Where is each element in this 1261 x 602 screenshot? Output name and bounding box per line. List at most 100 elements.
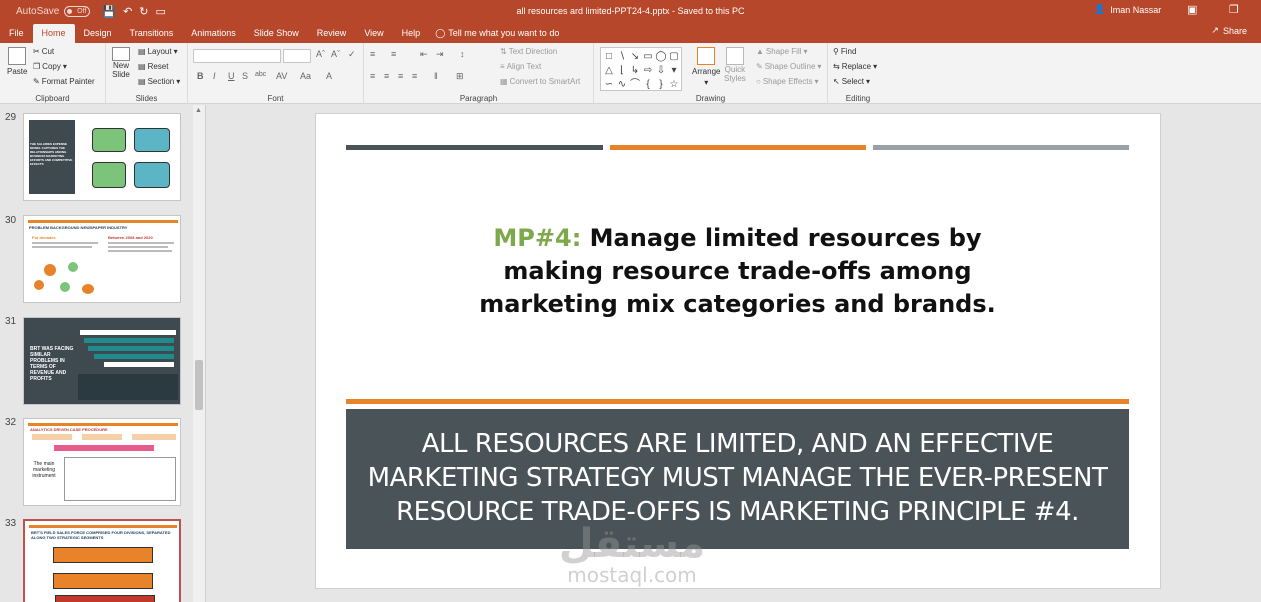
align-text-button[interactable]: ≡ Align Text — [500, 62, 541, 71]
tab-home[interactable]: Home — [32, 24, 75, 43]
autosave-toggle[interactable]: Off — [64, 5, 91, 17]
section-button[interactable]: ▤ Section ▾ — [138, 77, 180, 86]
arrange-button[interactable]: Arrange ▾ — [692, 47, 720, 87]
decrease-font-size-icon[interactable]: Aˇ — [331, 49, 340, 59]
find-button[interactable]: ⚲ Find — [833, 47, 856, 56]
thumbnail-text: THE SALARIES EXPENSE MODEL CAPTURES THE … — [30, 142, 73, 166]
redo-icon[interactable]: ↻ — [139, 5, 148, 18]
paragraph-settings-icon[interactable]: ⊞ — [456, 71, 464, 82]
more-shapes-icon[interactable]: ▾ — [668, 64, 680, 77]
strikethrough-button[interactable]: abc — [255, 71, 266, 78]
drawing-group-label: Drawing — [695, 94, 726, 103]
copy-button[interactable]: ❐ Copy ▾ — [33, 62, 67, 71]
tab-slide-show[interactable]: Slide Show — [245, 24, 308, 43]
connector-shape-icon[interactable]: ⌊ — [616, 64, 628, 77]
increase-font-size-icon[interactable]: Aˆ — [316, 49, 325, 59]
character-spacing-icon[interactable]: AV — [276, 71, 287, 81]
scissors-icon: ✂ — [33, 47, 40, 56]
change-case-icon[interactable]: Aa — [300, 71, 311, 81]
reset-button[interactable]: ▤ Reset — [138, 62, 168, 71]
rectangle-shape-icon[interactable]: ▭ — [642, 50, 654, 63]
slide-thumbnail-33[interactable]: BRT'S FIELD SALES FORCE COMPRISED FOUR D… — [23, 519, 181, 602]
right-arrow-shape-icon[interactable]: ⇨ — [642, 64, 654, 77]
undo-icon[interactable]: ↶ — [123, 5, 132, 18]
save-icon[interactable]: 💾 — [102, 5, 116, 18]
arc-shape-icon[interactable]: ⌒ — [629, 78, 641, 91]
decrease-indent-icon[interactable]: ⇤ — [420, 49, 428, 60]
line-shape-icon[interactable]: ∖ — [616, 50, 628, 63]
scrollbar-thumb[interactable] — [195, 360, 203, 410]
shadow-button[interactable]: S — [242, 71, 248, 81]
user-account[interactable]: 👤 Iman Nassar — [1094, 4, 1161, 15]
shapes-gallery[interactable]: □ ∖ ↘ ▭ ◯ ▢ △ ⌊ ↳ ⇨ ⇩ ▾ ∽ ∿ ⌒ { } ☆ — [600, 47, 682, 91]
left-brace-shape-icon[interactable]: { — [642, 78, 654, 91]
slide-thumbnail-30[interactable]: PROBLEM BACKGROUND NEWSPAPER INDUSTRY Fo… — [23, 215, 181, 303]
font-name-dropdown[interactable] — [193, 49, 281, 63]
slide-thumbnail-31[interactable]: BRT WAS FACING SIMILAR PROBLEMS IN TERMS… — [23, 317, 181, 405]
star-shape-icon[interactable]: ☆ — [668, 78, 680, 91]
tab-design[interactable]: Design — [75, 24, 121, 43]
clear-formatting-icon[interactable]: ✓ — [348, 49, 356, 60]
tab-review[interactable]: Review — [308, 24, 356, 43]
align-right-icon[interactable]: ≡ — [398, 71, 403, 81]
tab-animations[interactable]: Animations — [182, 24, 245, 43]
text-direction-button[interactable]: ⇅ Text Direction — [500, 47, 557, 56]
curve-shape-icon[interactable]: ∽ — [603, 78, 615, 91]
italic-button[interactable]: I — [213, 71, 216, 81]
columns-icon[interactable]: ‖ — [434, 71, 438, 81]
principle-textbox[interactable]: ALL RESOURCES ARE LIMITED, AND AN EFFECT… — [346, 409, 1129, 549]
underline-button[interactable]: U — [228, 71, 235, 81]
layout-button[interactable]: ▤ Layout ▾ — [138, 47, 178, 56]
increase-indent-icon[interactable]: ⇥ — [436, 49, 444, 60]
scroll-up-icon[interactable]: ▲ — [195, 107, 202, 114]
tab-help[interactable]: Help — [393, 24, 430, 43]
bold-button[interactable]: B — [197, 71, 204, 81]
quick-styles-button[interactable]: Quick Styles — [724, 47, 746, 83]
textbox-shape-icon[interactable]: □ — [603, 50, 615, 63]
shape-fill-button[interactable]: ▲ Shape Fill ▾ — [756, 47, 808, 56]
elbow-connector-shape-icon[interactable]: ↳ — [629, 64, 641, 77]
replace-button[interactable]: ⇆ Replace ▾ — [833, 62, 877, 71]
chevron-down-icon: ▾ — [803, 47, 808, 56]
slide-thumbnail-32[interactable]: ANALYTICS DRIVEN CASE PROCEDURE The main… — [23, 418, 181, 506]
shape-outline-button[interactable]: ✎ Shape Outline ▾ — [756, 62, 821, 71]
tell-me-search[interactable]: ◯ Tell me what you want to do — [435, 24, 559, 43]
shape-effects-button[interactable]: ○ Shape Effects ▾ — [756, 77, 819, 86]
oval-shape-icon[interactable]: ◯ — [655, 50, 667, 63]
line-spacing-icon[interactable]: ↕ — [460, 49, 465, 59]
align-left-icon[interactable]: ≡ — [370, 71, 375, 81]
format-painter-button[interactable]: ✎ Format Painter — [33, 77, 95, 86]
convert-smartart-button[interactable]: ▦ Convert to SmartArt — [500, 77, 580, 86]
rounded-rectangle-shape-icon[interactable]: ▢ — [668, 50, 680, 63]
share-icon: ↗ — [1211, 25, 1219, 35]
down-arrow-shape-icon[interactable]: ⇩ — [655, 64, 667, 77]
numbering-icon[interactable]: ≡ — [391, 49, 396, 59]
ribbon-display-options-icon[interactable]: ▣ — [1187, 3, 1197, 16]
arrow-line-shape-icon[interactable]: ↘ — [629, 50, 641, 63]
autosave[interactable]: AutoSave Off — [16, 5, 91, 17]
font-color-icon[interactable]: A — [326, 71, 332, 81]
watermark-logo: مستقل mostaql.com — [547, 524, 717, 586]
align-center-icon[interactable]: ≡ — [384, 71, 389, 81]
share-button[interactable]: ↗ Share — [1211, 25, 1247, 36]
freeform-shape-icon[interactable]: ∿ — [616, 78, 628, 91]
new-slide-button[interactable]: New Slide — [112, 47, 130, 79]
font-size-dropdown[interactable] — [283, 49, 311, 63]
start-from-beginning-icon[interactable]: ▭ — [156, 5, 166, 18]
bullets-icon[interactable]: ≡ — [370, 49, 375, 59]
tab-transitions[interactable]: Transitions — [121, 24, 183, 43]
triangle-shape-icon[interactable]: △ — [603, 64, 615, 77]
thumbnail-scrollbar[interactable]: ▲ — [193, 105, 205, 602]
tab-file[interactable]: File — [0, 24, 33, 43]
thumbnail-line — [32, 246, 92, 248]
paste-button[interactable]: Paste — [7, 47, 27, 76]
justify-icon[interactable]: ≡ — [412, 71, 417, 81]
cut-button[interactable]: ✂ Cut — [33, 47, 54, 56]
slide-title[interactable]: MP#4: Manage limited resources by making… — [346, 222, 1129, 321]
slide-thumbnail-29[interactable]: THE SALARIES EXPENSE MODEL CAPTURES THE … — [23, 113, 181, 201]
tab-view[interactable]: View — [355, 24, 392, 43]
select-button[interactable]: ↖ Select ▾ — [833, 77, 870, 86]
slide-thumbnails-pane[interactable]: 29 THE SALARIES EXPENSE MODEL CAPTURES T… — [0, 105, 206, 602]
right-brace-shape-icon[interactable]: } — [655, 78, 667, 91]
restore-window-icon[interactable]: ❐ — [1229, 3, 1239, 16]
